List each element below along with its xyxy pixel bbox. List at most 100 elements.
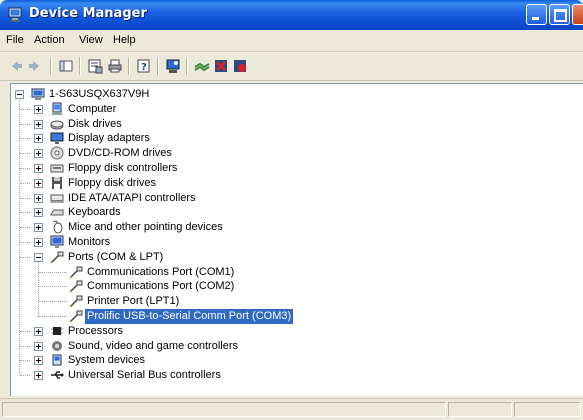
uninstall-icon[interactable]	[213, 58, 229, 74]
expand-toggle[interactable]	[34, 371, 43, 381]
tree-item-label: Processors	[68, 324, 124, 337]
device-tree[interactable]: 1-S63USQX637V9H Computer Disk drives Displa…	[10, 83, 583, 396]
tree-item-label: Communications Port (COM2)	[87, 280, 235, 293]
tree-item-keyboards[interactable]: Keyboards	[11, 205, 571, 220]
tree-item-floppy-disk-drives[interactable]: Floppy disk drives	[11, 176, 571, 191]
tree-item-port-3[interactable]: Printer Port (LPT1)	[11, 294, 571, 309]
window-title: Device Manager	[29, 6, 147, 21]
menu-bar: File Action View Help	[0, 30, 583, 52]
tree-item-disk-drives[interactable]: Disk drives	[11, 117, 571, 132]
svg-text:?: ?	[141, 62, 147, 73]
menu-view[interactable]: View	[79, 34, 103, 46]
tree-item-label: Monitors	[68, 236, 111, 248]
tree-item-label: Communications Port (COM1)	[87, 265, 235, 278]
display-adapters-icon	[50, 132, 64, 145]
port-connector-icon	[69, 266, 83, 279]
dvd-cd-rom-drives-icon	[50, 146, 64, 160]
maximize-button[interactable]	[549, 4, 570, 25]
tree-item-ports-com-lpt[interactable]: Ports (COM & LPT)	[11, 250, 571, 265]
port-connector-icon	[69, 310, 83, 323]
properties-icon[interactable]	[87, 58, 103, 74]
update-driver-icon[interactable]	[194, 58, 210, 74]
keyboards-icon	[50, 209, 64, 216]
tree-item-processors[interactable]: Processors	[11, 324, 571, 339]
tree-item-label: Printer Port (LPT1)	[87, 295, 180, 308]
tree-item-port-4[interactable]: Prolific USB-to-Serial Comm Port (COM3)	[11, 308, 571, 325]
universal-serial-bus-controllers-icon	[51, 371, 64, 379]
tree-item-label: Computer	[68, 102, 117, 115]
tree-item-mice-and-other-pointing-devices[interactable]: Mice and other pointing devices	[11, 220, 571, 235]
expand-toggle[interactable]	[34, 149, 43, 159]
expand-toggle[interactable]	[34, 178, 43, 188]
tree-item-computer[interactable]: Computer	[11, 102, 571, 117]
computer-icon	[52, 102, 62, 115]
status-pane-main	[2, 402, 446, 417]
tree-item-label: Display adapters	[68, 132, 150, 145]
floppy-disk-controllers-icon	[50, 164, 64, 173]
expand-toggle[interactable]	[34, 119, 43, 129]
mice-and-other-pointing-devices-icon	[52, 220, 63, 234]
forward-arrow-icon[interactable]	[27, 58, 43, 74]
expand-toggle[interactable]	[34, 326, 43, 336]
tree-item-label: Universal Serial Bus controllers	[68, 369, 221, 382]
sound-video-and-game-controllers-icon	[52, 340, 62, 351]
expand-toggle[interactable]	[34, 223, 43, 233]
tree-item-sound-video-and-game-controllers[interactable]: Sound, video and game controllers	[11, 339, 571, 354]
status-pane-3	[514, 402, 581, 417]
expand-toggle[interactable]	[34, 134, 43, 144]
show-hide-console-tree-icon[interactable]	[58, 58, 74, 74]
tree-item-dvd-cd-rom-drives[interactable]: DVD/CD-ROM drives	[11, 146, 571, 161]
close-button[interactable]	[572, 4, 583, 25]
collapse-toggle[interactable]	[15, 90, 24, 99]
tree-item-ide-ata-atapi-controllers[interactable]: IDE ATA/ATAPI controllers	[11, 191, 571, 206]
menu-help[interactable]: Help	[113, 34, 136, 46]
print-icon[interactable]	[107, 58, 123, 74]
tree-item-label: 1-S63USQX637V9H	[49, 88, 150, 100]
tree-item-label: Prolific USB-to-Serial Comm Port (COM3)	[83, 308, 295, 325]
status-bar	[0, 398, 583, 420]
back-arrow-icon[interactable]	[8, 58, 24, 74]
tree-item-monitors[interactable]: Monitors	[11, 235, 571, 250]
device-manager-window: Device Manager File Action View Help ? 1…	[0, 0, 583, 420]
status-pane-2	[448, 402, 512, 417]
expand-toggle[interactable]	[34, 208, 43, 218]
tree-item-universal-serial-bus-controllers[interactable]: Universal Serial Bus controllers	[11, 368, 571, 383]
tree-item-label: Ports (COM & LPT)	[68, 250, 164, 263]
collapse-toggle[interactable]	[34, 252, 43, 262]
minimize-button[interactable]	[526, 4, 547, 25]
title-bar[interactable]: Device Manager	[0, 0, 583, 30]
expand-toggle[interactable]	[34, 104, 43, 114]
processors-icon	[51, 326, 63, 335]
tree-item-label: Floppy disk drives	[68, 176, 157, 189]
tree-item-display-adapters[interactable]: Display adapters	[11, 131, 571, 146]
help-icon[interactable]: ?	[136, 58, 152, 74]
disk-drives-icon	[50, 120, 64, 130]
menu-file[interactable]: File	[6, 34, 24, 46]
port-connector-icon	[69, 280, 83, 294]
tree-item-label: DVD/CD-ROM drives	[68, 147, 172, 160]
ide-ata-atapi-controllers-icon	[50, 194, 64, 203]
menu-action[interactable]: Action	[34, 34, 65, 46]
tree-item-floppy-disk-controllers[interactable]: Floppy disk controllers	[11, 161, 571, 176]
tree-item-label: Mice and other pointing devices	[68, 221, 223, 234]
disable-icon[interactable]	[232, 58, 248, 74]
tree-item-label: Keyboards	[68, 206, 121, 219]
ports-com-lpt-icon	[50, 251, 64, 264]
tree-item-port-1[interactable]: Communications Port (COM1)	[11, 265, 571, 280]
expand-toggle[interactable]	[34, 193, 43, 203]
tree-item-system-devices[interactable]: System devices	[11, 353, 571, 368]
tree-item-port-2[interactable]: Communications Port (COM2)	[11, 279, 571, 294]
expand-toggle[interactable]	[34, 164, 43, 173]
expand-toggle[interactable]	[34, 341, 43, 351]
scan-hardware-icon[interactable]	[165, 58, 181, 74]
port-connector-icon	[69, 295, 83, 308]
tree-root[interactable]: 1-S63USQX637V9H	[11, 87, 571, 102]
tree-item-label: Sound, video and game controllers	[68, 339, 238, 352]
system-devices-icon	[52, 354, 62, 366]
tree-item-label: Disk drives	[68, 117, 122, 130]
tree-item-label: System devices	[68, 354, 146, 367]
computer-root-icon	[31, 88, 45, 100]
expand-toggle[interactable]	[34, 238, 43, 247]
monitors-icon	[50, 235, 64, 248]
expand-toggle[interactable]	[34, 356, 43, 366]
